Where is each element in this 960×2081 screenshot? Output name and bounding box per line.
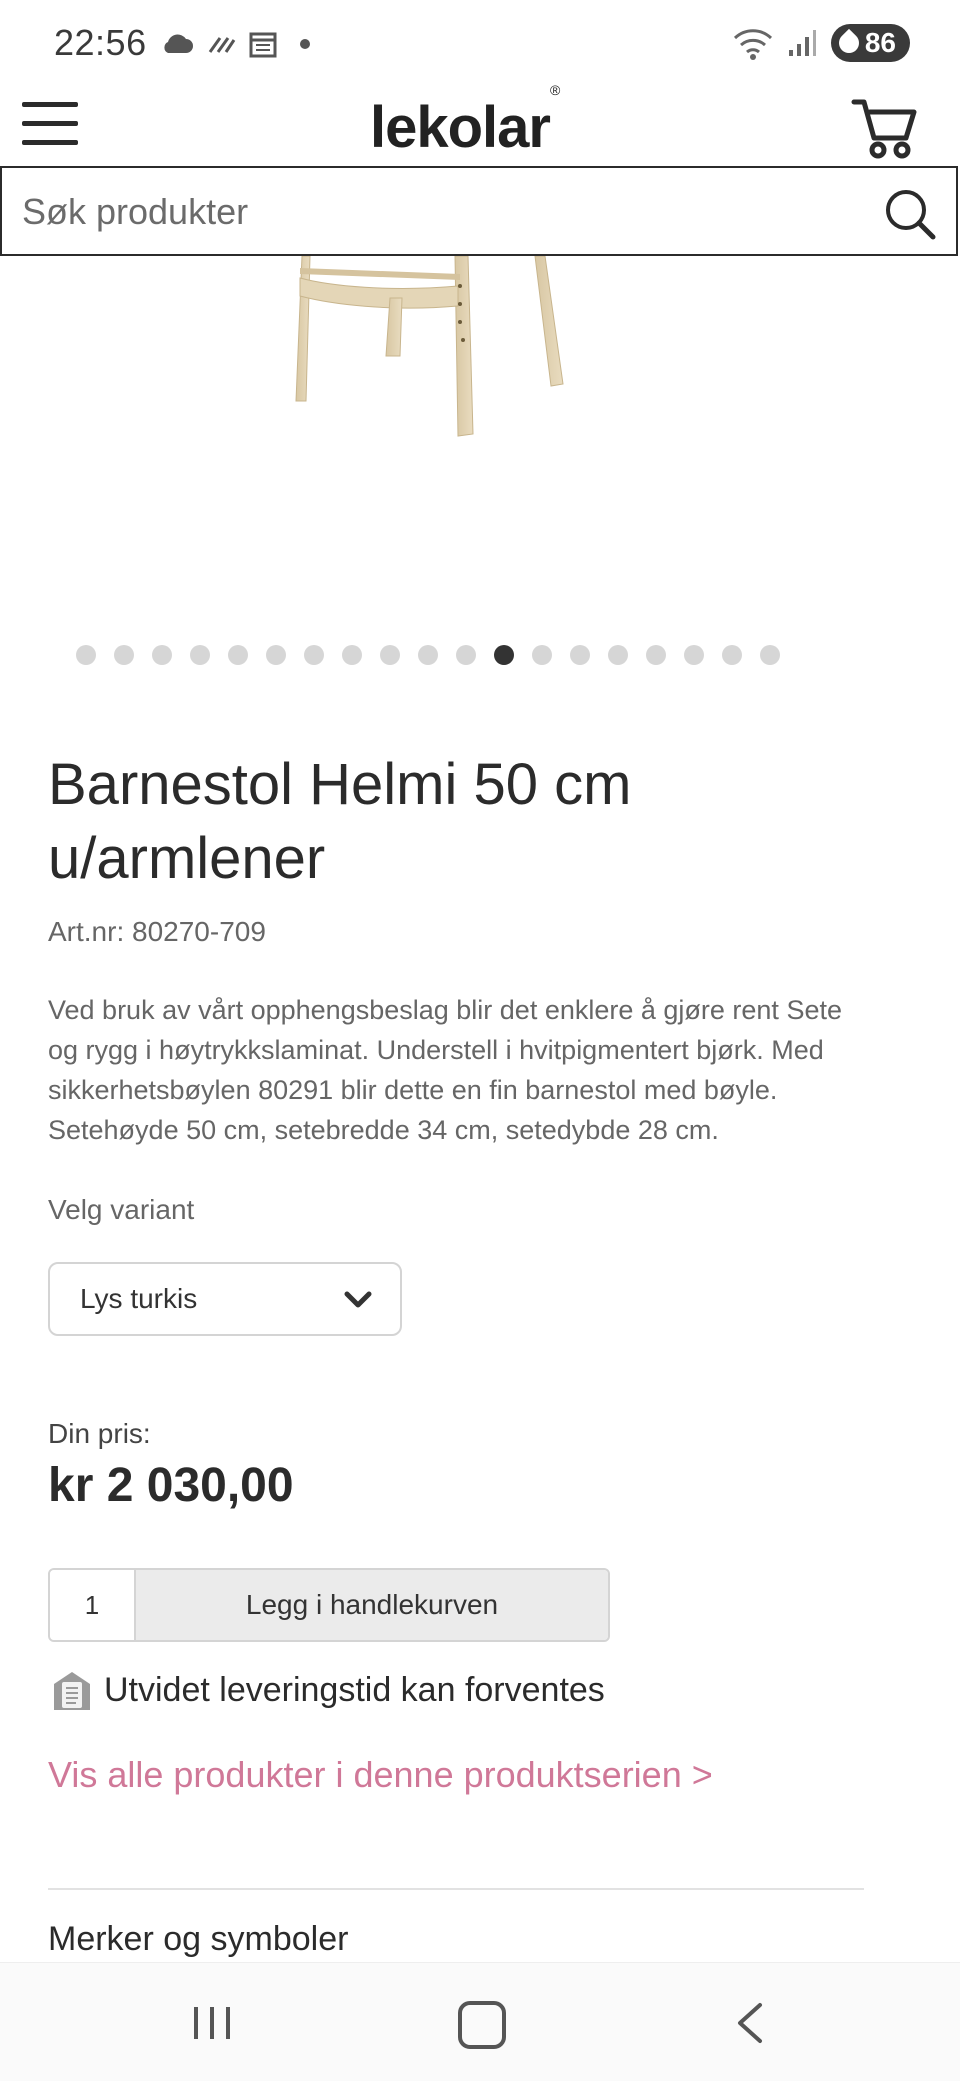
carousel-dot[interactable] [380,645,400,665]
cloud-icon [164,34,193,53]
search-input[interactable] [20,186,844,238]
carousel-dot[interactable] [532,645,552,665]
search-icon[interactable] [884,188,936,240]
carousel-dot[interactable] [304,645,324,665]
carousel-dot[interactable] [684,645,704,665]
carousel-dot[interactable] [570,645,590,665]
carousel-dot[interactable] [228,645,248,665]
carousel-dot[interactable] [646,645,666,665]
delivery-box-icon [54,1672,90,1710]
section-divider [48,1888,864,1890]
carousel-dot[interactable] [456,645,476,665]
variant-selected-value: Lys turkis [80,1283,198,1314]
carousel-dot[interactable] [190,645,210,665]
delivery-notice-text: Utvidet leveringstid kan forventes [104,1670,605,1709]
carousel-dot[interactable] [76,645,96,665]
product-title: Barnestol Helmi 50 cm u/armlener [48,752,632,891]
article-number: Art.nr: 80270-709 [48,916,266,947]
calendar-icon [249,32,277,58]
carousel-dot[interactable] [722,645,742,665]
product-image[interactable] [260,256,620,456]
brands-symbols-section-title[interactable]: Merker og symboler [48,1920,348,1959]
carousel-dot[interactable] [760,645,780,665]
chevron-down-icon [344,1291,372,1308]
carousel-dot[interactable] [114,645,134,665]
add-to-cart-group: 1 Legg i handlekurven [48,1568,610,1642]
price-label: Din pris: [48,1418,151,1449]
back-icon[interactable] [732,2001,766,2045]
logo-trademark: ® [550,81,560,98]
wifi-icon [733,29,772,60]
product-series-link[interactable]: Vis alle produkter i denne produktserien… [48,1754,713,1796]
carousel-dot[interactable] [494,645,514,665]
variant-label: Velg variant [48,1194,195,1225]
site-logo[interactable]: lekolar® [370,82,560,161]
battery-indicator: 86 [830,24,910,62]
carousel-dot[interactable] [152,645,172,665]
add-to-cart-button[interactable]: Legg i handlekurven [136,1570,608,1640]
carousel-dot[interactable] [342,645,362,665]
hazy-weather-icon [208,37,236,53]
carousel-dot[interactable] [608,645,628,665]
product-description: Ved bruk av vårt opphengsbeslag blir det… [48,995,842,1145]
status-time: 22:56 [54,22,147,63]
battery-level: 86 [864,27,896,58]
carousel-dot[interactable] [266,645,286,665]
recent-apps-icon[interactable] [190,2005,234,2041]
logo-text: lekolar [370,95,551,160]
home-icon[interactable] [458,2001,506,2049]
variant-select[interactable]: Lys turkis [48,1262,402,1336]
signal-icon [788,30,816,56]
status-bar: 22:56 86 [0,0,960,88]
carousel-dot[interactable] [418,645,438,665]
notification-dot-icon [300,39,310,49]
menu-icon[interactable] [22,102,78,148]
power-saving-icon [834,28,863,58]
status-notification-icons [160,26,310,62]
quantity-input[interactable]: 1 [50,1570,136,1640]
image-carousel-dots [76,645,780,665]
delivery-notice: Utvidet leveringstid kan forventes [48,1666,605,1714]
search-bar [0,166,958,256]
site-header: lekolar® [0,82,960,168]
system-navigation-bar [0,1962,960,2081]
product-price: kr 2 030,00 [48,1459,294,1512]
cart-icon[interactable] [850,94,918,160]
